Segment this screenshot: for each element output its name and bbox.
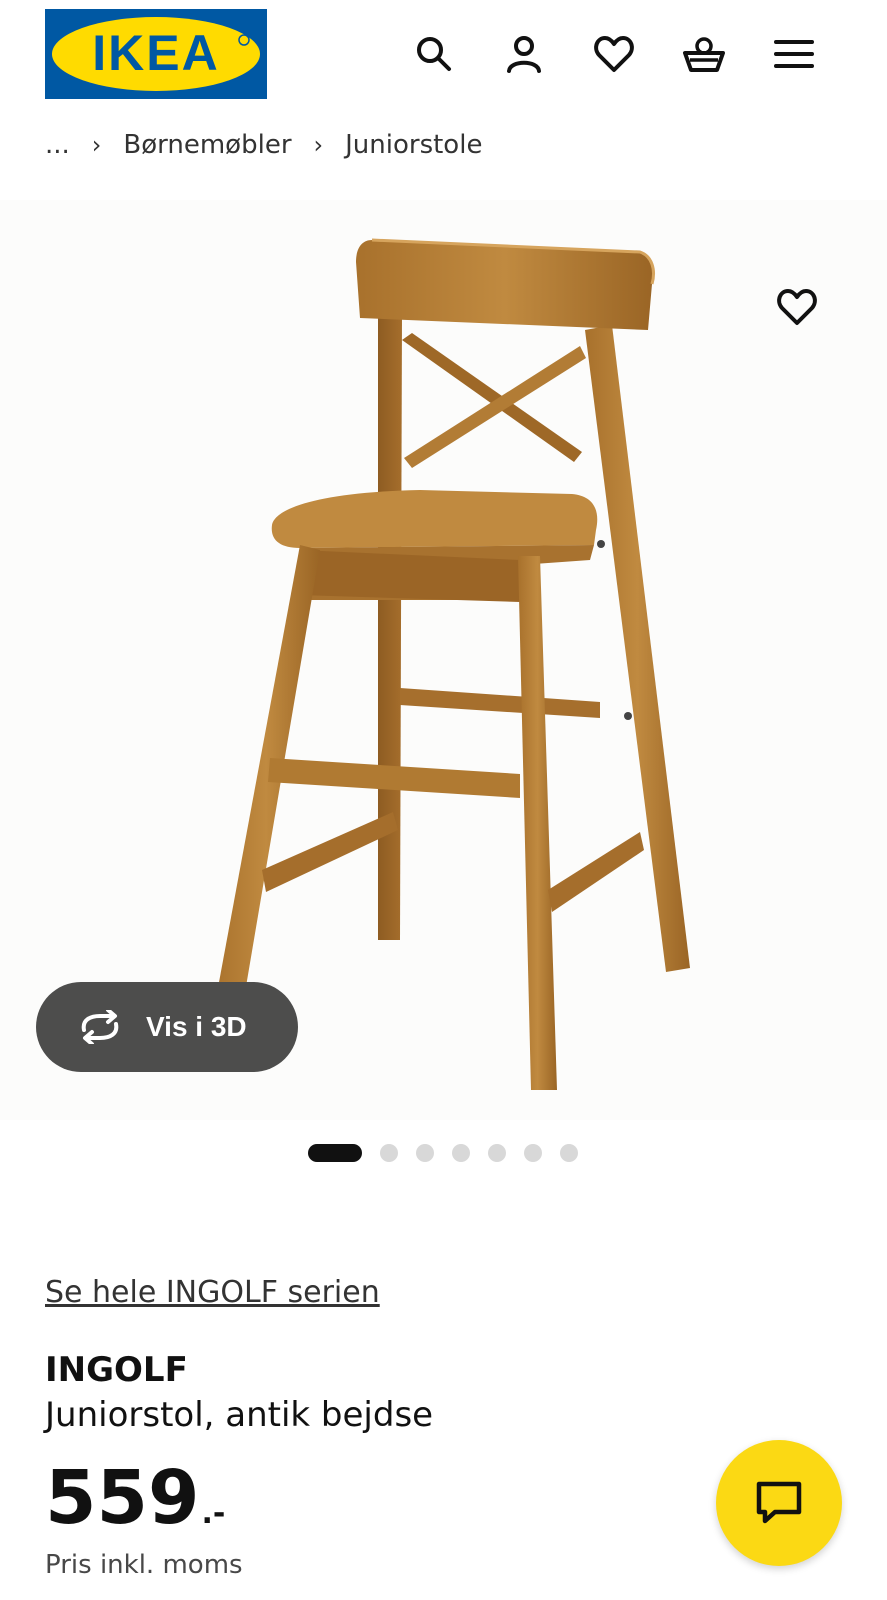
svg-text:IKEA: IKEA <box>92 25 219 81</box>
breadcrumb-ellipsis[interactable]: ... <box>45 130 70 160</box>
view-in-3d-label: Vis i 3D <box>146 1011 247 1042</box>
product-name: INGOLF <box>45 1350 188 1390</box>
basket-icon[interactable] <box>680 30 728 78</box>
breadcrumb-item-juniorstole[interactable]: Juniorstole <box>345 130 482 160</box>
product-description: Juniorstol, antik bejdse <box>45 1395 434 1435</box>
account-icon[interactable] <box>500 30 548 78</box>
menu-icon[interactable] <box>770 30 818 78</box>
gallery-dot-7[interactable] <box>560 1144 578 1162</box>
breadcrumb-item-boernemoebler[interactable]: Børnemøbler <box>123 130 291 160</box>
view-in-3d-button[interactable]: Vis i 3D <box>36 982 298 1072</box>
price-suffix: .- <box>201 1496 226 1531</box>
gallery-dot-5[interactable] <box>488 1144 506 1162</box>
series-link[interactable]: Se hele INGOLF serien <box>45 1275 380 1310</box>
breadcrumb: ... › Børnemøbler › Juniorstole <box>45 126 482 166</box>
gallery-dot-2[interactable] <box>380 1144 398 1162</box>
search-icon[interactable] <box>410 30 458 78</box>
gallery-dot-1[interactable] <box>308 1144 362 1162</box>
gallery-dot-3[interactable] <box>416 1144 434 1162</box>
chevron-right-icon: › <box>91 131 102 159</box>
chat-icon <box>756 1481 802 1524</box>
gallery-dot-4[interactable] <box>452 1144 470 1162</box>
product-price: 559 .- <box>45 1453 225 1543</box>
top-header: IKEA <box>0 0 887 118</box>
heart-icon <box>777 289 817 325</box>
price-note: Pris inkl. moms <box>45 1550 243 1580</box>
rotate-3d-icon <box>81 1010 119 1044</box>
price-integer: 559 <box>45 1455 200 1541</box>
chevron-right-icon: › <box>313 131 324 159</box>
gallery-dot-6[interactable] <box>524 1144 542 1162</box>
heart-icon[interactable] <box>590 30 638 78</box>
ikea-logo[interactable]: IKEA <box>45 9 267 99</box>
chat-button[interactable] <box>716 1440 842 1566</box>
gallery-pagination <box>308 1143 578 1163</box>
add-to-favourites-button[interactable] <box>770 280 824 334</box>
